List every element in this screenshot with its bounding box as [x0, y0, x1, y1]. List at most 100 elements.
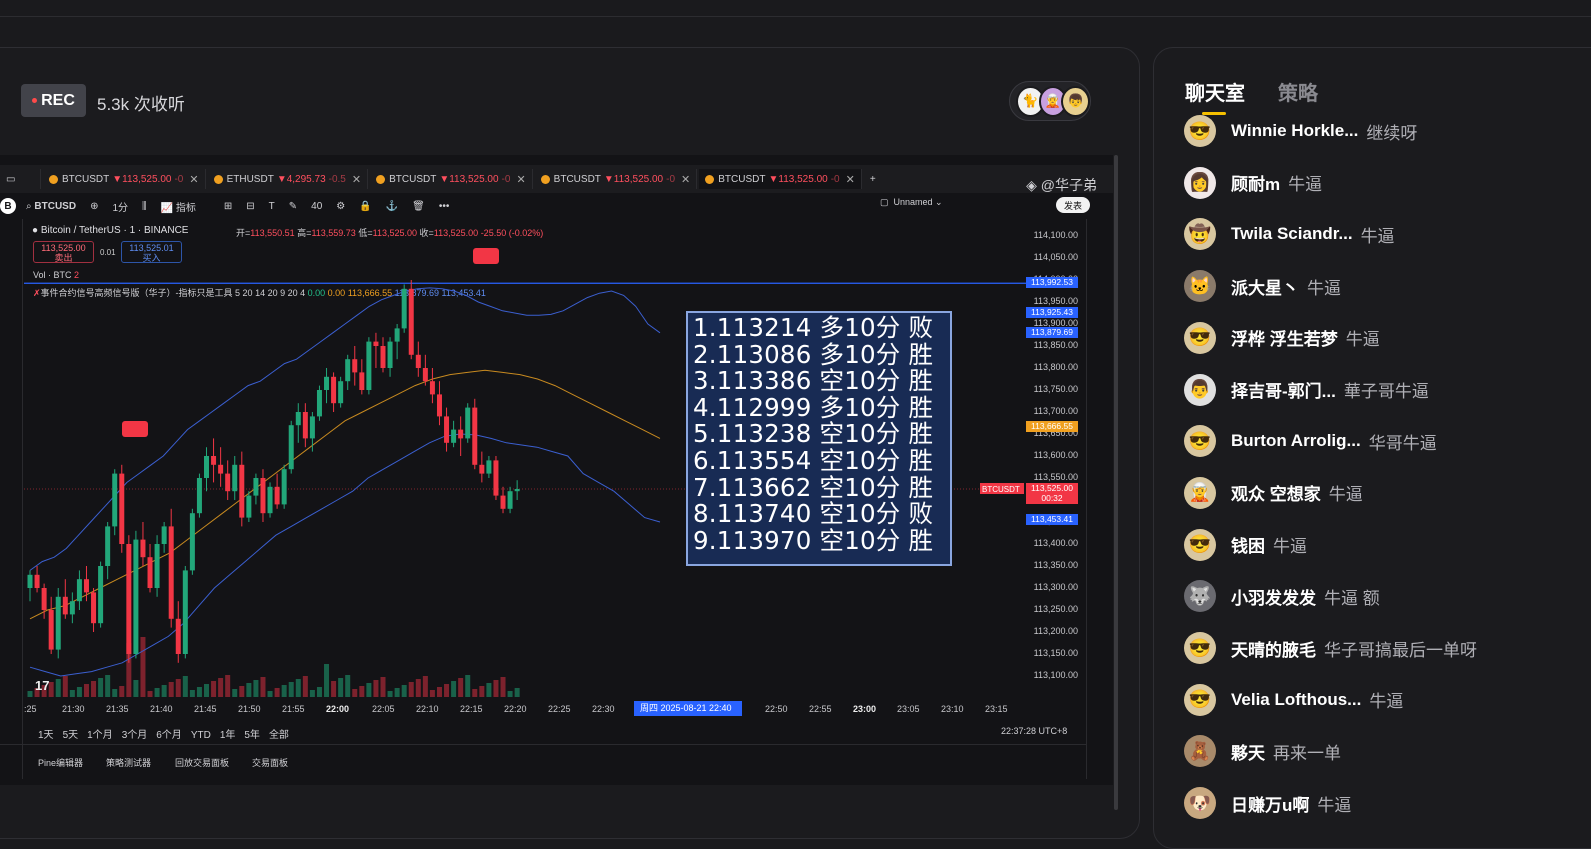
chat-message[interactable]: 😎 浮桦 浮生若梦 牛逼 [1184, 321, 1380, 355]
price-axis[interactable]: 114,100.00114,050.00114,000.00113,950.00… [1026, 219, 1082, 699]
range-button[interactable]: 3个月 [122, 730, 148, 741]
candle-body [69, 601, 75, 615]
volume-bar [98, 678, 104, 697]
candle-body [331, 376, 337, 404]
user-avatar[interactable]: 🧸 [1184, 735, 1216, 768]
range-button[interactable]: 1年 [220, 730, 236, 741]
volume-bar [253, 680, 259, 697]
range-button[interactable]: 5天 [63, 730, 79, 741]
username[interactable]: Twila Sciandr... [1231, 224, 1353, 244]
user-avatar[interactable]: 😎 [1184, 115, 1216, 147]
username[interactable]: Winnie Horkle... [1231, 121, 1358, 141]
range-button[interactable]: 1个月 [87, 730, 113, 741]
chat-message[interactable]: 😎 天晴的腋毛 华子哥搞最后一单呀 [1184, 631, 1477, 665]
range-button[interactable]: 5年 [244, 730, 260, 741]
volume-bar [140, 637, 146, 697]
price-tick: 113,150.00 [1033, 648, 1078, 658]
user-avatar[interactable]: 😎 [1184, 321, 1216, 354]
user-avatar[interactable]: 👨 [1184, 373, 1216, 406]
username[interactable]: 派大星丶 [1231, 274, 1299, 299]
rec-badge: REC [21, 84, 86, 117]
volume-bar [76, 687, 82, 697]
tab-strategy[interactable]: 策略 [1278, 77, 1318, 106]
message-text: 牛逼 [1345, 330, 1380, 350]
range-button[interactable]: 1天 [38, 730, 54, 741]
chat-message[interactable]: 🧸 夥天 再来一单 [1184, 734, 1341, 768]
username[interactable]: 小羽发发发 [1231, 584, 1316, 609]
user-avatar[interactable]: 😎 [1184, 683, 1216, 716]
username[interactable]: 天晴的腋毛 [1231, 636, 1316, 661]
time-axis[interactable]: :25 21:30 21:35 21:40 21:45 21:50 21:55 22:00 22… [24, 704, 1024, 718]
chat-message[interactable]: 🐶 日赚万u啊 牛逼 [1184, 786, 1351, 820]
bottom-tab[interactable]: 回放交易面板 [175, 756, 229, 769]
range-button[interactable]: 6个月 [156, 730, 182, 741]
chat-message[interactable]: 👨 择吉哥-郭门... 華子哥牛逼 [1184, 373, 1429, 407]
user-avatar[interactable]: 🐺 [1184, 580, 1216, 613]
bottom-tab[interactable]: 策略测试器 [106, 756, 151, 769]
chat-message[interactable]: 👩 顾耐m 牛逼 [1184, 166, 1322, 200]
message-text: 牛逼 [1288, 175, 1323, 195]
candle-body [55, 596, 61, 650]
right-widget-bar[interactable] [1086, 219, 1113, 779]
username[interactable]: 择吉哥-郭门... [1231, 377, 1336, 402]
chat-message[interactable]: 😎 Burton Arrolig... 华哥牛逼 [1184, 424, 1437, 458]
chat-message[interactable]: 🐱 派大星丶 牛逼 [1184, 269, 1341, 303]
volume-bar [436, 687, 442, 697]
user-avatar[interactable]: 😎 [1184, 425, 1216, 458]
user-avatar[interactable]: 😎 [1184, 632, 1216, 664]
candle-body [76, 579, 82, 602]
username[interactable]: 浮桦 浮生若梦 [1231, 325, 1338, 350]
tab-chatroom[interactable]: 聊天室 [1185, 77, 1245, 106]
volume-bar [189, 690, 195, 697]
volume-bar [458, 678, 464, 697]
price-tick: 114,050.00 [1033, 252, 1078, 262]
price-tick: 113,850.00 [1033, 340, 1078, 350]
candle-body [34, 574, 40, 588]
volume-bar [493, 680, 499, 697]
user-avatar[interactable]: 🐶 [1184, 787, 1216, 820]
user-avatar[interactable]: 🐱 [1184, 270, 1216, 303]
candle-body [479, 464, 485, 474]
chat-message[interactable]: 😎 Velia Lofthous... 牛逼 [1184, 683, 1403, 717]
countdown-label: 00:32 [1026, 493, 1078, 504]
range-button[interactable]: 全部 [269, 730, 289, 741]
chat-message[interactable]: 🧝 观众 空想家 牛逼 [1184, 476, 1363, 510]
candle-body [133, 539, 139, 654]
signal-marker [122, 421, 148, 437]
username[interactable]: 钱困 [1231, 532, 1265, 557]
chat-message[interactable]: 😎 钱困 牛逼 [1184, 528, 1307, 562]
volume-bar [218, 678, 224, 697]
time-tick: 22:25 [548, 704, 571, 714]
price-tick: 113,800.00 [1033, 362, 1078, 372]
time-tick: 22:30 [592, 704, 615, 714]
signal-line: 8.113740 空10分 败 [693, 499, 934, 529]
candle-body [429, 381, 435, 395]
username[interactable]: 观众 空想家 [1231, 480, 1321, 505]
candle-body [112, 473, 118, 527]
candle-body [401, 288, 407, 329]
volume-bar [133, 680, 139, 697]
range-button[interactable]: YTD [191, 730, 211, 741]
username[interactable]: Velia Lofthous... [1231, 690, 1361, 710]
username[interactable]: 夥天 [1231, 739, 1265, 764]
candle-body [211, 456, 217, 465]
username[interactable]: 日赚万u啊 [1231, 791, 1309, 816]
volume-bar [380, 677, 386, 697]
scrollbar[interactable] [1114, 155, 1118, 810]
username[interactable]: Burton Arrolig... [1231, 431, 1361, 451]
user-avatar[interactable]: 👩 [1184, 166, 1216, 199]
chat-message[interactable]: 🤠 Twila Sciandr... 牛逼 [1184, 217, 1395, 251]
chat-message[interactable]: 🐺 小羽发发发 牛逼 额 [1184, 579, 1380, 613]
bottom-tab[interactable]: 交易面板 [252, 756, 288, 769]
volume-bar [91, 681, 97, 697]
user-avatar[interactable]: 🧝 [1184, 476, 1216, 509]
range-selector: 1天 5天 1个月 3个月 6个月 YTD 1年 5年 全部 [38, 726, 298, 741]
chat-message[interactable]: 😎 Winnie Horkle... 继续呀 [1184, 114, 1417, 148]
candle-body [451, 429, 457, 443]
bottom-tab[interactable]: Pine编辑器 [38, 756, 83, 769]
user-avatar[interactable]: 🤠 [1184, 218, 1216, 251]
username[interactable]: 顾耐m [1231, 170, 1280, 195]
listener-avatars[interactable]: 🐈 🧝 👦 [1009, 81, 1091, 121]
user-avatar[interactable]: 😎 [1184, 528, 1216, 561]
volume-bar [324, 664, 330, 697]
